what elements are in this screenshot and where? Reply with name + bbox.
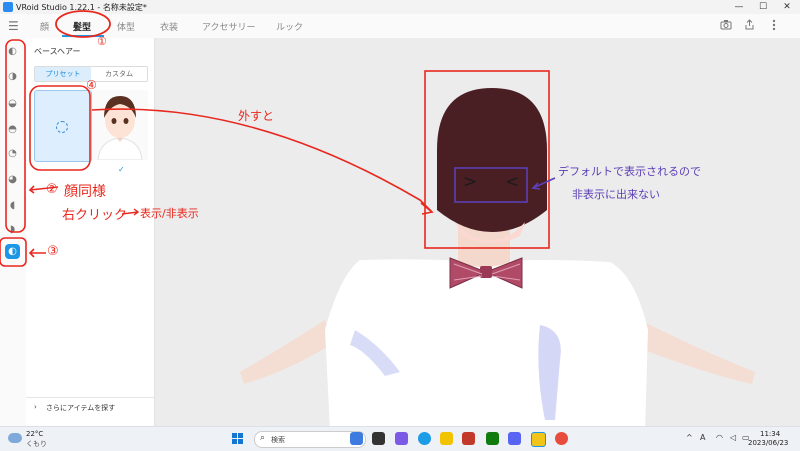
annotation-number-3: ③ [47,244,59,259]
annotation-cannot-hide: 非表示に出来ない [572,188,660,201]
taskview-app-icon[interactable] [372,432,385,445]
close-button[interactable]: ✕ [776,0,798,14]
annotation-number-2: ② [46,182,58,197]
eye-left-mark: > [463,172,478,192]
selected-check-icon: ✓ [118,165,125,174]
chat-app-icon[interactable] [395,432,408,445]
annotation-face-same: 顔同様 [64,184,106,200]
annotation-number-1: ① [97,35,107,48]
tail-icon[interactable]: ◔ [5,146,20,161]
camera-icon[interactable] [720,19,732,33]
base-hair-icon[interactable]: ◐ [5,244,20,259]
hair-category-rail: ◐ ◑ ◒ ◓ ◔ ◕ ◖ ◗ ◐ [0,38,27,426]
xbox-app-icon[interactable] [486,432,499,445]
vroid-app-icon[interactable] [531,432,546,447]
tab-look[interactable]: ルック [276,20,303,33]
ahoge-icon[interactable]: ◓ [5,122,20,137]
avatar-left-arm [240,320,330,384]
hamburger-icon[interactable]: ☰ [8,19,19,33]
custom-tab[interactable]: カスタム [91,67,147,81]
app-icon [3,2,13,12]
avatar-shirt [325,259,648,426]
tab-face[interactable]: 顔 [40,20,49,33]
hair-preset-thumbnail[interactable] [92,90,148,161]
chevron-right-icon: › [34,403,37,411]
edge-app-icon[interactable] [418,432,431,445]
tab-accessory[interactable]: アクセサリー [202,20,256,33]
maximize-button[interactable]: ☐ [752,0,774,14]
taskbar-date[interactable]: 2023/06/23 [748,439,788,447]
minimize-button[interactable]: — [728,0,750,14]
base-hair-panel: ベースヘアー プリセット カスタム ✓ [26,38,155,426]
tray-overflow-icon[interactable]: ^ [686,433,693,442]
tab-outfit[interactable]: 衣装 [160,20,178,33]
explorer-app-icon[interactable] [440,432,453,445]
weather-description: くもり [26,440,47,448]
title-bar: VRoid Studio 1.22.1 - 名称未設定* — ☐ ✕ [0,0,800,14]
braid-icon[interactable]: ◗ [5,222,20,237]
game-app-icon[interactable] [462,432,475,445]
model-viewport[interactable] [155,38,800,426]
back-hair-icon[interactable]: ◑ [5,69,20,84]
weather-temperature: 22°C [26,430,44,438]
window-title: VRoid Studio 1.22.1 - 名称未設定* [16,3,147,12]
side-hair-icon[interactable]: ◒ [5,96,20,111]
search-icon: ⌕ [260,433,266,443]
annotation-right-click: 右クリック [62,208,128,223]
bing-app-icon[interactable] [350,432,363,445]
more-vert-icon[interactable] [772,19,776,34]
hair-preset-none-tile[interactable] [34,90,92,162]
avatar-hair [437,88,547,232]
discord-app-icon[interactable] [508,432,521,445]
volume-icon[interactable]: ◁ [730,433,736,442]
ime-indicator[interactable]: A [700,433,705,442]
find-more-items-button[interactable]: › さらにアイテムを探す [26,397,154,418]
strand-icon[interactable]: ◖ [5,198,20,213]
wifi-icon[interactable]: ◠ [716,433,723,442]
front-hair-icon[interactable]: ◐ [5,44,20,59]
annotation-toggle-show: 表示/非表示 [140,207,199,220]
app-header: ☰ 顔 髪型 体型 衣装 アクセサリー ルック [0,14,800,39]
windows-start-icon[interactable] [232,433,244,445]
ear-hair-icon[interactable]: ◕ [5,172,20,187]
annotation-number-4: ④ [86,78,97,92]
panel-title: ベースヘアー [34,47,81,56]
loading-spinner-icon [56,121,68,133]
taskbar-search-placeholder: 検索 [271,436,285,444]
chrome-app-icon[interactable] [555,432,568,445]
tab-hairstyle[interactable]: 髪型 [73,20,91,33]
tab-body[interactable]: 体型 [117,20,135,33]
preset-tab[interactable]: プリセット [35,67,91,81]
share-icon[interactable] [744,19,755,33]
avatar-right-arm [640,320,755,384]
annotation-default-shown: デフォルトで表示されるので [558,165,701,178]
taskbar-time[interactable]: 11:34 [760,430,780,438]
cloud-icon[interactable] [8,433,22,443]
windows-taskbar: 22°C くもり ⌕ 検索 ^ A ◠ ◁ ▭ 11:34 2023/06/23 [0,426,800,451]
find-more-items-label: さらにアイテムを探す [46,404,116,412]
annotation-remove: 外すと [238,109,275,123]
avatar-model [240,88,755,426]
eye-right-mark: < [505,172,520,192]
